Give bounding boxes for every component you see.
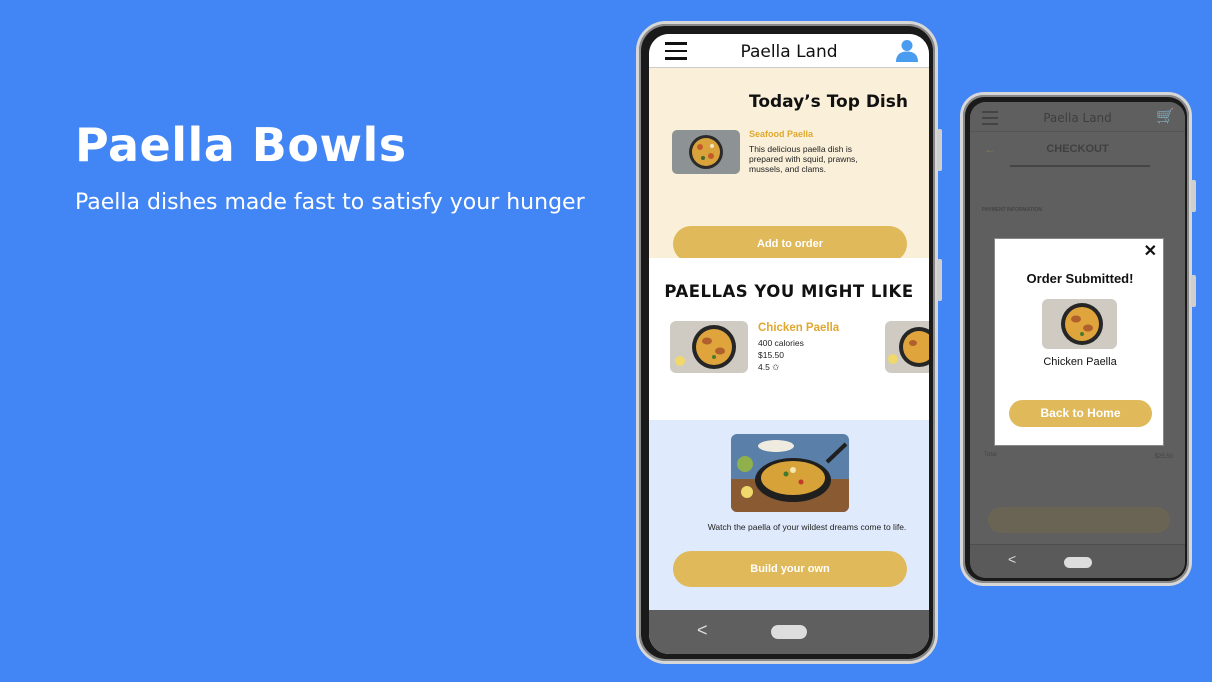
android-nav-bar: < xyxy=(649,610,929,654)
main-phone-screen: Paella Land Today’s Top Dish Seafood Pae… xyxy=(649,34,929,654)
tab-underline xyxy=(1010,165,1150,167)
android-nav-bar: < xyxy=(970,544,1185,578)
place-order-button[interactable] xyxy=(988,507,1170,533)
recommendation-calories: 400 calories xyxy=(758,338,804,348)
build-your-own-button[interactable]: Build your own xyxy=(673,551,907,587)
recommendations-heading: PAELLAS YOU MIGHT LIKE xyxy=(664,282,914,301)
hero-subtitle: Paella dishes made fast to satisfy your … xyxy=(75,190,585,215)
nav-home-button[interactable] xyxy=(771,625,807,639)
main-phone-frame: Paella Land Today’s Top Dish Seafood Pae… xyxy=(636,21,942,664)
top-dish-section: Today’s Top Dish Seafood Paella This del… xyxy=(649,68,929,262)
recommendation-name[interactable]: Chicken Paella xyxy=(758,322,839,334)
power-button xyxy=(937,259,942,301)
user-icon[interactable] xyxy=(895,38,919,62)
back-to-home-button[interactable]: Back to Home xyxy=(1009,400,1152,427)
hero-title: Paella Bowls xyxy=(75,118,407,172)
top-dish-name: Seafood Paella xyxy=(749,129,814,139)
total-amount: $25.50 xyxy=(1154,454,1173,460)
order-submitted-modal: ✕ Order Submitted! Chicken Paella Back t… xyxy=(994,238,1164,446)
app-header: Paella Land xyxy=(649,34,929,68)
ordered-item-name: Chicken Paella xyxy=(1043,356,1117,368)
power-button xyxy=(1191,275,1196,307)
nav-back-icon[interactable]: < xyxy=(1008,551,1016,567)
total-label: Total xyxy=(984,452,997,458)
chicken-paella-image[interactable] xyxy=(670,321,748,373)
next-recommendation-image[interactable] xyxy=(885,321,929,373)
nav-back-icon[interactable]: < xyxy=(697,620,708,641)
checkout-header: Paella Land 🛒 xyxy=(970,102,1185,132)
checkout-phone-frame: Paella Land 🛒 ← CHECKOUT PAYMENT INFORMA… xyxy=(960,92,1196,586)
ordered-item-image xyxy=(1042,299,1117,349)
seafood-paella-image[interactable] xyxy=(672,130,740,174)
top-dish-heading: Today’s Top Dish xyxy=(749,92,908,112)
add-to-order-button[interactable]: Add to order xyxy=(673,226,907,262)
recommendations-section: PAELLAS YOU MIGHT LIKE Chicken Paella 40… xyxy=(649,258,929,420)
checkout-phone-screen: Paella Land 🛒 ← CHECKOUT PAYMENT INFORMA… xyxy=(970,102,1185,578)
build-caption: Watch the paella of your wildest dreams … xyxy=(707,522,907,532)
top-dish-description: This delicious paella dish is prepared w… xyxy=(749,144,858,175)
checkout-title: CHECKOUT xyxy=(1046,143,1109,155)
close-icon[interactable]: ✕ xyxy=(1144,241,1157,261)
recommendation-price: $15.50 xyxy=(758,350,784,360)
app-brand: Paella Land xyxy=(1043,111,1112,125)
cart-icon[interactable]: 🛒 xyxy=(1156,107,1175,125)
payment-info-label: PAYMENT INFORMATION xyxy=(982,207,1042,213)
volume-button xyxy=(1191,180,1196,212)
app-brand: Paella Land xyxy=(740,42,838,62)
nav-home-button[interactable] xyxy=(1064,557,1092,568)
volume-button xyxy=(937,129,942,171)
modal-title: Order Submitted! xyxy=(1026,271,1134,286)
recommendation-rating: 4.5 ✩ xyxy=(758,362,780,372)
paella-pan-image xyxy=(731,434,849,512)
build-your-own-section: Watch the paella of your wildest dreams … xyxy=(649,420,929,610)
